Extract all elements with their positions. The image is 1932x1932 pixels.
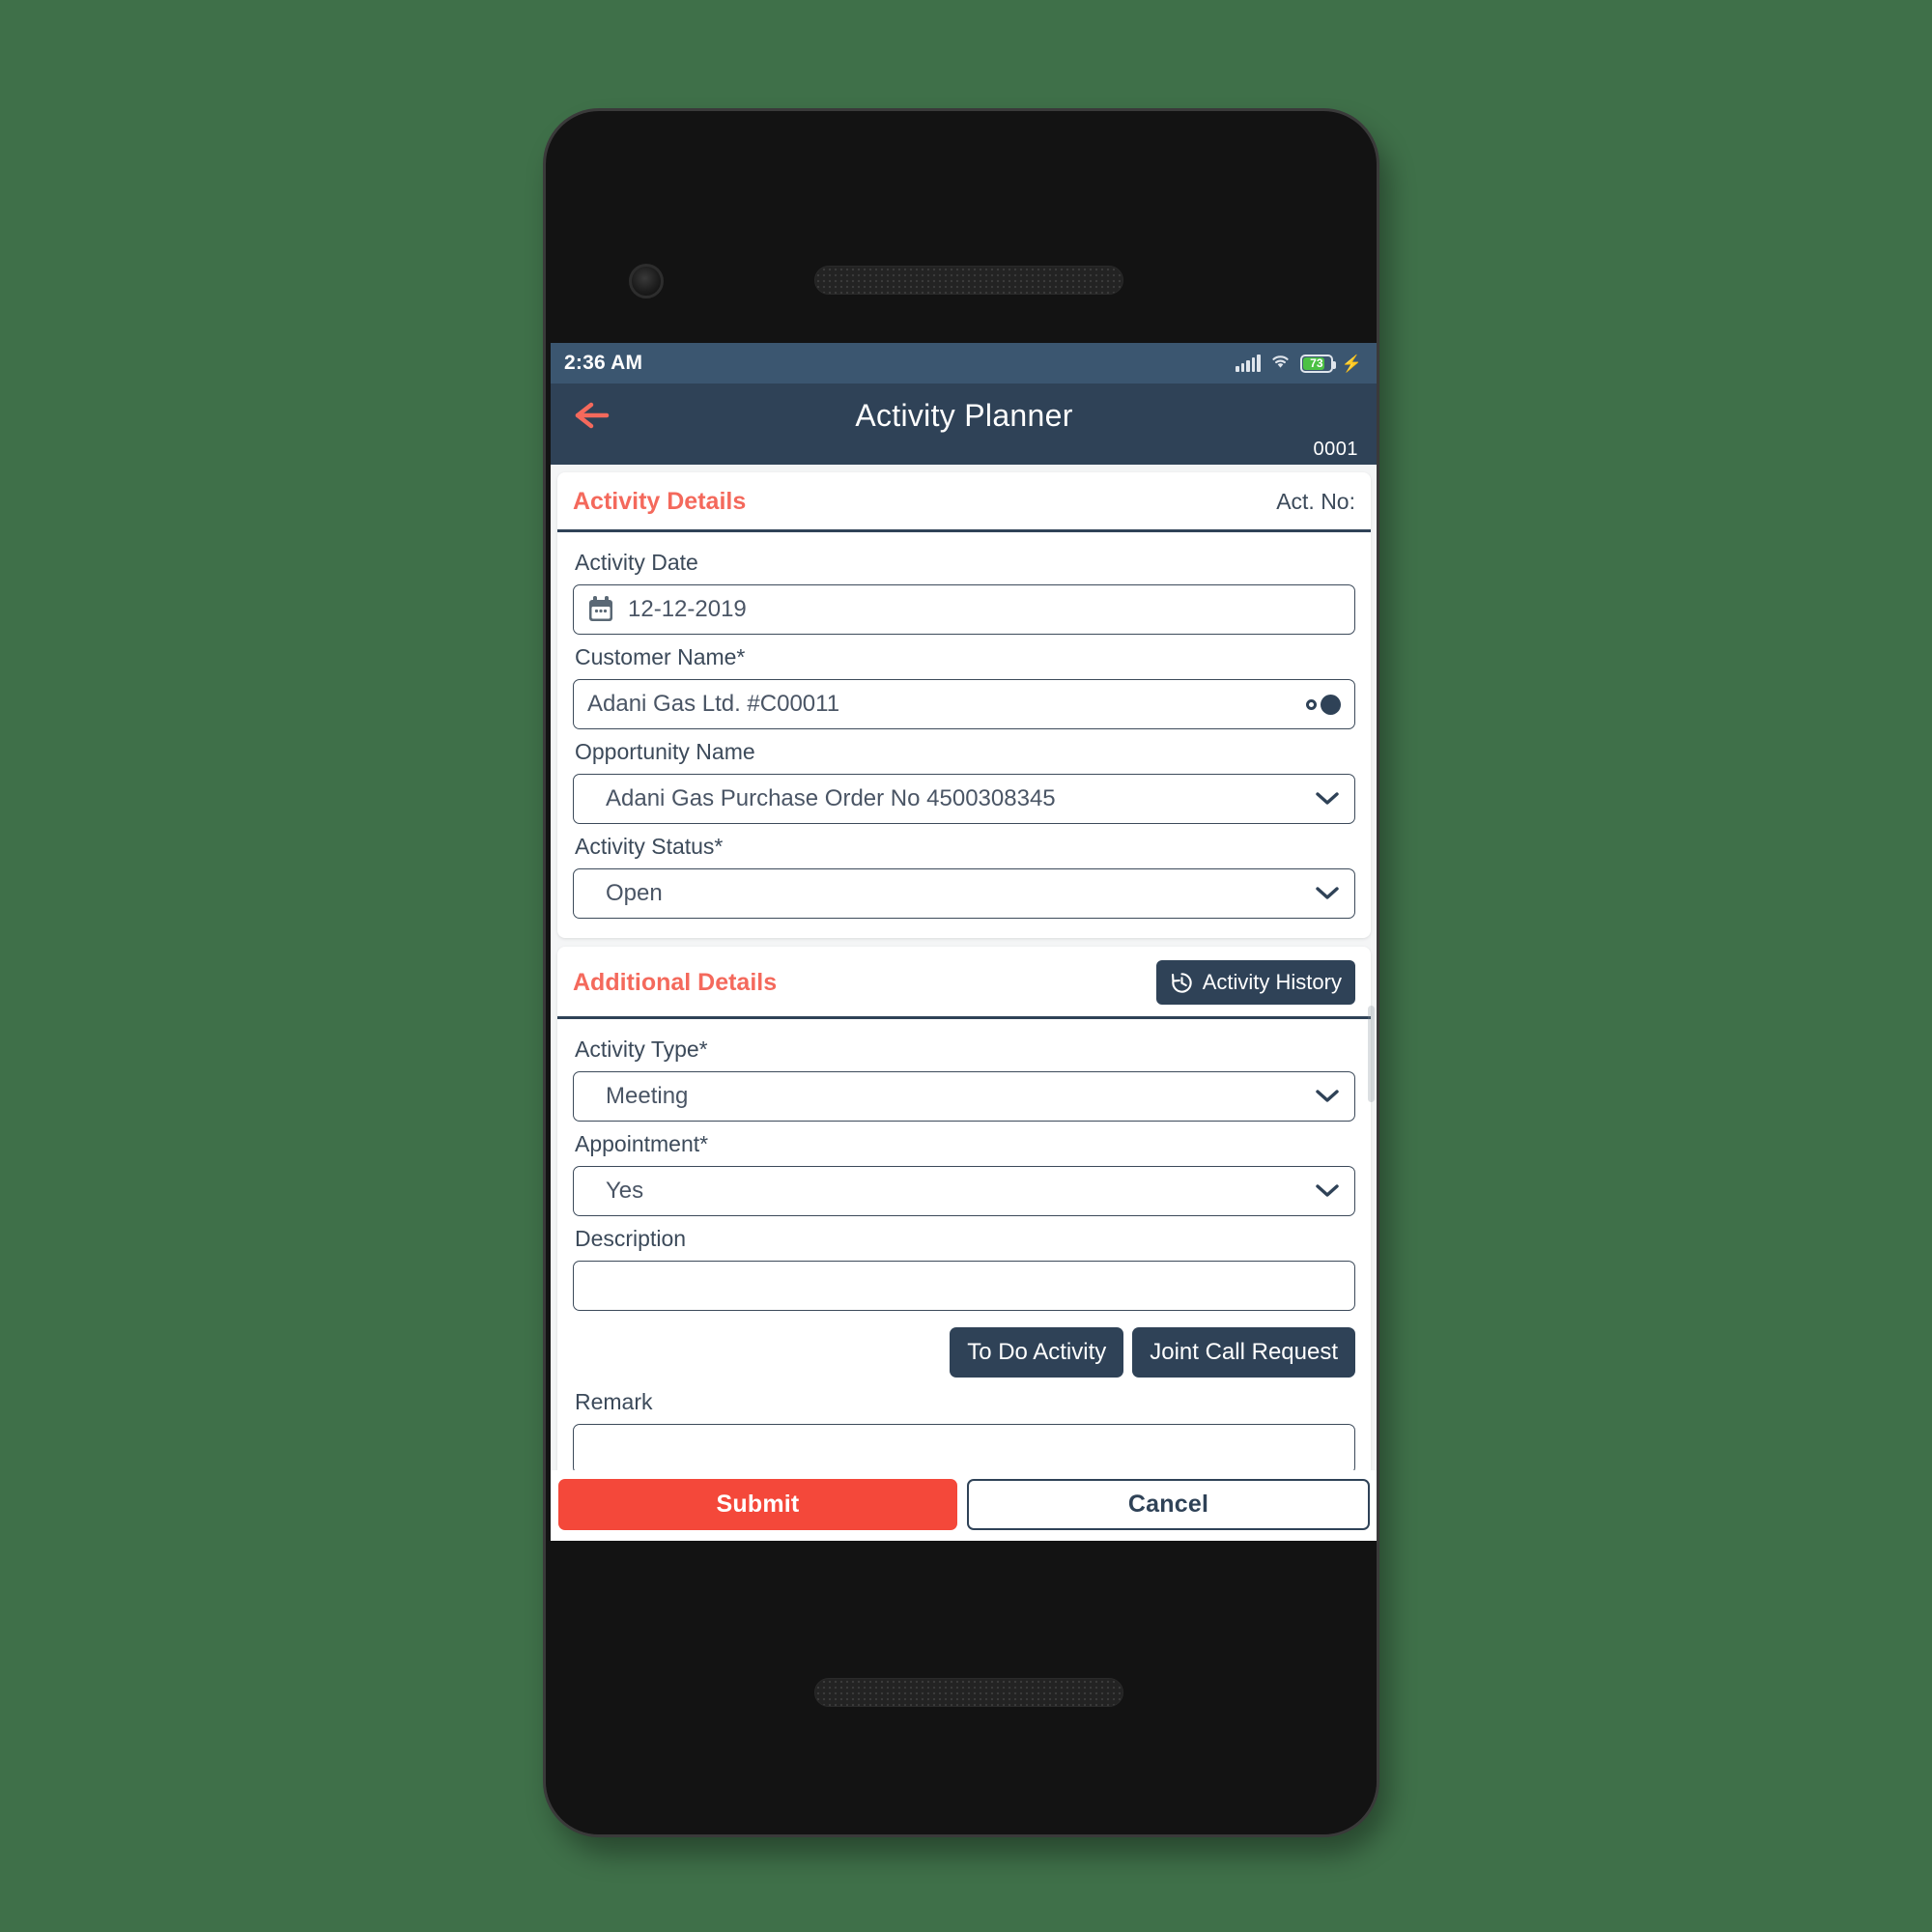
lightning-bolt-icon: ⚡ bbox=[1341, 354, 1362, 373]
activity-type-select[interactable]: Meeting bbox=[573, 1071, 1355, 1122]
status-bar: 2:36 AM 73 ⚡ bbox=[551, 343, 1377, 384]
cancel-button[interactable]: Cancel bbox=[967, 1479, 1370, 1530]
additional-details-title: Additional Details bbox=[573, 968, 778, 996]
activity-type-label: Activity Type* bbox=[575, 1037, 708, 1062]
appointment-label: Appointment* bbox=[575, 1131, 709, 1156]
page-title: Activity Planner bbox=[855, 397, 1073, 433]
activity-code-label: 0001 bbox=[1313, 439, 1358, 460]
form-scroll-area[interactable]: Activity Details Act. No: Activity Date bbox=[551, 465, 1377, 1470]
field-description: Description bbox=[573, 1218, 1355, 1311]
activity-details-body: Activity Date 12-12-2019 Customer Name* … bbox=[557, 532, 1371, 938]
remark-label: Remark bbox=[575, 1389, 653, 1414]
signal-bars-icon bbox=[1236, 355, 1261, 372]
status-bar-time: 2:36 AM bbox=[564, 352, 643, 374]
field-customer-name: Customer Name* Adani Gas Ltd. #C00011 bbox=[573, 637, 1355, 729]
chevron-down-icon[interactable] bbox=[1314, 1182, 1341, 1200]
field-remark: Remark bbox=[573, 1381, 1355, 1470]
form-footer: Submit Cancel bbox=[551, 1470, 1377, 1541]
phone-mockup: 2:36 AM 73 ⚡ Activity Planner 0001 Activ… bbox=[543, 108, 1389, 1857]
chevron-down-icon[interactable] bbox=[1314, 885, 1341, 902]
opportunity-name-select[interactable]: Adani Gas Purchase Order No 4500308345 bbox=[573, 774, 1355, 824]
appointment-select[interactable]: Yes bbox=[573, 1166, 1355, 1216]
power-button[interactable] bbox=[1378, 555, 1379, 644]
activity-date-input[interactable]: 12-12-2019 bbox=[573, 584, 1355, 635]
activity-details-card: Activity Details Act. No: Activity Date bbox=[557, 472, 1371, 938]
app-header-row: Activity Planner bbox=[570, 384, 1358, 447]
calendar-icon bbox=[587, 595, 614, 624]
field-activity-status: Activity Status* Open bbox=[573, 826, 1355, 919]
earpiece-speaker-grille bbox=[814, 266, 1123, 295]
activity-date-value: 12-12-2019 bbox=[628, 596, 747, 622]
opportunity-name-value: Adani Gas Purchase Order No 4500308345 bbox=[606, 785, 1056, 811]
volume-button[interactable] bbox=[1378, 702, 1379, 888]
activity-details-title: Activity Details bbox=[573, 488, 747, 515]
to-do-activity-button[interactable]: To Do Activity bbox=[950, 1327, 1124, 1378]
scrollbar-thumb[interactable] bbox=[1368, 1006, 1375, 1102]
status-bar-icons: 73 ⚡ bbox=[1236, 352, 1362, 375]
description-input[interactable] bbox=[573, 1261, 1355, 1311]
additional-details-card: Additional Details Activity History Acti… bbox=[557, 947, 1371, 1470]
chevron-down-icon[interactable] bbox=[1314, 1088, 1341, 1105]
activity-date-label: Activity Date bbox=[575, 550, 698, 575]
wifi-icon bbox=[1269, 352, 1292, 375]
battery-icon: 73 bbox=[1299, 354, 1336, 373]
activity-history-label: Activity History bbox=[1202, 970, 1342, 994]
description-label: Description bbox=[575, 1226, 687, 1251]
customer-name-label: Customer Name* bbox=[575, 644, 746, 669]
field-activity-date: Activity Date 12-12-2019 bbox=[573, 542, 1355, 635]
bottom-speaker-grille bbox=[814, 1678, 1123, 1707]
act-no-label: Act. No: bbox=[1276, 489, 1355, 514]
appointment-value: Yes bbox=[606, 1178, 644, 1204]
field-activity-type: Activity Type* Meeting bbox=[573, 1029, 1355, 1122]
phone-body: 2:36 AM 73 ⚡ Activity Planner 0001 Activ… bbox=[543, 108, 1379, 1837]
field-opportunity-name: Opportunity Name Adani Gas Purchase Orde… bbox=[573, 731, 1355, 824]
back-arrow-icon[interactable] bbox=[570, 396, 614, 435]
activity-details-header: Activity Details Act. No: bbox=[557, 472, 1371, 532]
battery-percent-label: 73 bbox=[1310, 356, 1323, 370]
inline-action-buttons: To Do Activity Joint Call Request bbox=[573, 1327, 1355, 1378]
field-appointment: Appointment* Yes bbox=[573, 1123, 1355, 1216]
additional-details-body: Activity Type* Meeting Appointment* Yes … bbox=[557, 1019, 1371, 1470]
customer-name-input[interactable]: Adani Gas Ltd. #C00011 bbox=[573, 679, 1355, 729]
activity-status-select[interactable]: Open bbox=[573, 868, 1355, 919]
joint-call-request-button[interactable]: Joint Call Request bbox=[1132, 1327, 1355, 1378]
phone-screen: 2:36 AM 73 ⚡ Activity Planner 0001 Activ… bbox=[551, 343, 1377, 1541]
chevron-down-icon[interactable] bbox=[1314, 790, 1341, 808]
front-camera-icon bbox=[629, 264, 664, 298]
additional-details-header: Additional Details Activity History bbox=[557, 947, 1371, 1019]
customer-name-value: Adani Gas Ltd. #C00011 bbox=[587, 691, 840, 717]
opportunity-name-label: Opportunity Name bbox=[575, 739, 755, 764]
activity-status-value: Open bbox=[606, 880, 663, 906]
search-lookup-icon[interactable] bbox=[1306, 694, 1341, 715]
app-header: Activity Planner 0001 bbox=[551, 384, 1377, 465]
activity-history-button[interactable]: Activity History bbox=[1155, 960, 1355, 1005]
submit-button[interactable]: Submit bbox=[558, 1479, 957, 1530]
activity-type-value: Meeting bbox=[606, 1083, 689, 1109]
activity-status-label: Activity Status* bbox=[575, 834, 724, 859]
history-clock-icon bbox=[1170, 971, 1194, 995]
remark-input[interactable] bbox=[573, 1424, 1355, 1470]
